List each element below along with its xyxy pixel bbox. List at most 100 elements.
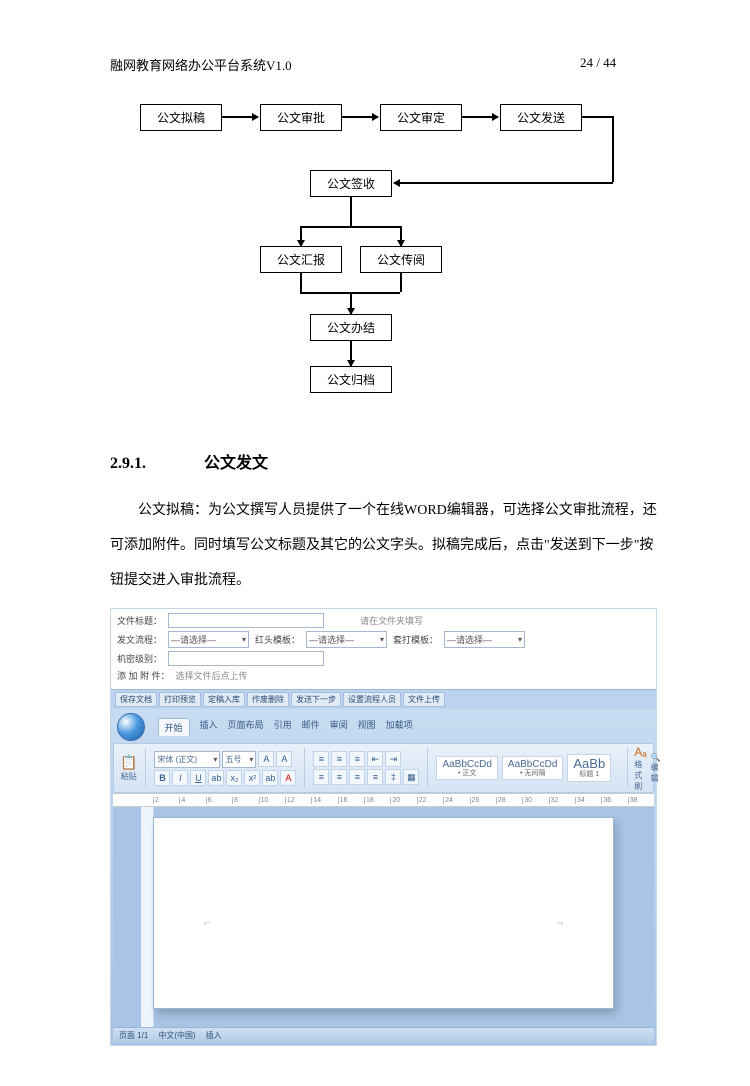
flow-connector xyxy=(400,272,402,292)
label-title: 文件标题： xyxy=(117,614,162,627)
flow-arrow xyxy=(342,116,378,118)
ribbon-tab-home[interactable]: 开始 xyxy=(158,718,190,736)
flow-box-archive: 公文归档 xyxy=(310,366,392,393)
flow-connector xyxy=(612,116,614,182)
flow-box-circulate: 公文传阅 xyxy=(360,246,442,273)
section-number: 2.9.1. xyxy=(110,455,200,473)
shrink-font-icon[interactable]: A xyxy=(276,751,292,767)
document-page[interactable]: ⌐ ¬ xyxy=(153,817,614,1009)
indent-icon[interactable]: ⇥ xyxy=(385,751,401,767)
system-title: 融网教育网络办公平台系统V1.0 xyxy=(110,55,580,74)
office-orb-icon[interactable] xyxy=(117,713,145,741)
title-input[interactable] xyxy=(168,613,324,628)
sub-icon[interactable]: x₂ xyxy=(226,770,242,786)
ribbon-tabs: 开始 插入 页面布局 引用 邮件 审阅 视图 加载项 xyxy=(158,718,413,736)
toolbar-tabs: 保存文档 打印预览 定稿入库 作废删除 发送下一步 设置流程人员 文件上传 xyxy=(111,689,656,709)
form-area: 文件标题： 请在文件夹填写 发文流程： —请选择— 红头模板： —请选择— 套打… xyxy=(111,609,656,689)
note-text: 请在文件夹填写 xyxy=(360,614,423,627)
tab-setproc[interactable]: 设置流程人员 xyxy=(343,692,401,707)
ribbon-edit: Aₐ 格式刷 🔍 编辑 xyxy=(627,748,668,788)
tab-discard[interactable]: 作废删除 xyxy=(247,692,289,707)
flowchart: 公文拟稿 公文审批 公文审定 公文发送 公文签收 公文汇报 公文传阅 公文办结 … xyxy=(110,94,660,434)
section-title: 公文发文 xyxy=(204,455,268,472)
page-number: 24 / 44 xyxy=(580,55,660,74)
flow-arrow xyxy=(222,116,258,118)
ribbon-paragraph: ≡ ≡ ≡ ⇤ ⇥ ≡ ≡ ≡ ≡ ‡ ▦ xyxy=(313,748,428,788)
paper-select[interactable]: —请选择— xyxy=(444,631,525,648)
tab-upload[interactable]: 文件上传 xyxy=(403,692,445,707)
ribbon-styles: AaBbCcDd • 正文 AaBbCcDd • 无间隔 AaBb 标题 1 xyxy=(436,748,619,788)
flow-arrow xyxy=(400,226,402,246)
horizontal-ruler: 2468101214161820222426283032343638 xyxy=(113,793,654,807)
align-right-icon[interactable]: ≡ xyxy=(349,769,365,785)
strike-icon[interactable]: ab xyxy=(208,770,224,786)
tab-final[interactable]: 定稿入库 xyxy=(203,692,245,707)
status-lang: 中文(中国) xyxy=(158,1030,195,1041)
flow-box-draft: 公文拟稿 xyxy=(140,104,222,131)
secrecy-input[interactable] xyxy=(168,651,324,666)
section-paragraph: 公文拟稿：为公文撰写人员提供了一个在线WORD编辑器，可选择公文审批流程，还可添… xyxy=(110,493,660,598)
underline-icon[interactable]: U xyxy=(190,770,206,786)
ribbon-tab-layout[interactable]: 页面布局 xyxy=(228,718,264,736)
multilist-icon[interactable]: ≡ xyxy=(349,751,365,767)
label-attach: 添 加 附 件： xyxy=(117,669,170,682)
ribbon-tab-view[interactable]: 视图 xyxy=(358,718,376,736)
flow-box-receive: 公文签收 xyxy=(310,170,392,197)
flow-connector xyxy=(582,116,612,118)
tab-preview[interactable]: 打印预览 xyxy=(159,692,201,707)
label-head: 红头模板： xyxy=(255,633,300,646)
flow-arrow xyxy=(394,182,613,184)
grow-font-icon[interactable]: A xyxy=(258,751,274,767)
flow-connector xyxy=(300,272,302,292)
tab-sendnext[interactable]: 发送下一步 xyxy=(291,692,341,707)
bold-icon[interactable]: B xyxy=(154,770,170,786)
process-select[interactable]: —请选择— xyxy=(168,631,249,648)
margin-corner-icon: ¬ xyxy=(557,918,563,929)
ribbon-bar: 📋 粘贴 宋体 (正文) 五号 A A B I xyxy=(113,743,654,793)
linesp-icon[interactable]: ‡ xyxy=(385,769,401,785)
numlist-icon[interactable]: ≡ xyxy=(331,751,347,767)
label-secrecy: 机密级别： xyxy=(117,652,162,665)
flow-arrow xyxy=(350,340,352,366)
fontcolor-icon[interactable]: A xyxy=(280,770,296,786)
list-icon[interactable]: ≡ xyxy=(313,751,329,767)
fontsize-select[interactable]: 五号 xyxy=(222,751,256,768)
flow-arrow xyxy=(350,292,352,314)
style-normal[interactable]: AaBbCcDd • 正文 xyxy=(436,756,497,781)
label-process: 发文流程： xyxy=(117,633,162,646)
flow-connector xyxy=(300,226,400,228)
shade-icon[interactable]: ▦ xyxy=(403,769,419,785)
align-left-icon[interactable]: ≡ xyxy=(313,769,329,785)
margin-corner-icon: ⌐ xyxy=(204,918,210,929)
word-window: 开始 插入 页面布局 引用 邮件 审阅 视图 加载项 📋 粘贴 xyxy=(111,709,656,1045)
flow-arrow xyxy=(462,116,498,118)
sup-icon[interactable]: x² xyxy=(244,770,260,786)
status-bar: 页面 1/1 中文(中国) 插入 xyxy=(113,1027,654,1043)
ribbon-font: 宋体 (正文) 五号 A A B I U ab x₂ x² ab xyxy=(154,748,305,788)
label-paper: 套打模板： xyxy=(393,633,438,646)
ribbon-tab-insert[interactable]: 插入 xyxy=(200,718,218,736)
head-select[interactable]: —请选择— xyxy=(306,631,387,648)
editor-screenshot: 文件标题： 请在文件夹填写 发文流程： —请选择— 红头模板： —请选择— 套打… xyxy=(110,608,657,1046)
flow-arrow xyxy=(300,226,302,246)
section-heading: 2.9.1. 公文发文 xyxy=(110,449,660,473)
tab-save[interactable]: 保存文档 xyxy=(115,692,157,707)
ribbon-tab-mail[interactable]: 邮件 xyxy=(302,718,320,736)
justify-icon[interactable]: ≡ xyxy=(367,769,383,785)
align-center-icon[interactable]: ≡ xyxy=(331,769,347,785)
flow-box-complete: 公文办结 xyxy=(310,314,392,341)
italic-icon[interactable]: I xyxy=(172,770,188,786)
attach-hint: 选择文件后点上传 xyxy=(176,669,248,682)
status-mode: 插入 xyxy=(206,1030,222,1041)
style-heading1[interactable]: AaBb 标题 1 xyxy=(567,754,611,782)
ribbon-tab-addin[interactable]: 加载项 xyxy=(386,718,413,736)
flow-box-approve: 公文审批 xyxy=(260,104,342,131)
ribbon-clipboard: 📋 粘贴 xyxy=(120,748,146,788)
highlight-icon[interactable]: ab xyxy=(262,770,278,786)
outdent-icon[interactable]: ⇤ xyxy=(367,751,383,767)
ribbon-tab-review[interactable]: 审阅 xyxy=(330,718,348,736)
flow-box-report: 公文汇报 xyxy=(260,246,342,273)
style-nospace[interactable]: AaBbCcDd • 无间隔 xyxy=(502,756,563,781)
ribbon-tab-ref[interactable]: 引用 xyxy=(274,718,292,736)
font-select[interactable]: 宋体 (正文) xyxy=(154,751,220,768)
